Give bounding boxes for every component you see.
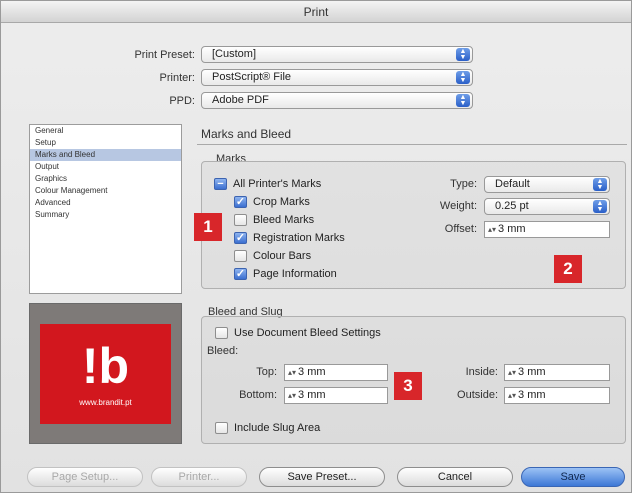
page-information-checkbox[interactable]: ✓ Page Information (234, 267, 337, 281)
include-slug-checkbox-box (215, 422, 228, 434)
bleed-label: Bleed: (207, 345, 239, 357)
inside-value: 3 mm (518, 366, 546, 378)
all-printers-marks-label: All Printer's Marks (233, 178, 322, 190)
bleed-marks-checkbox-box (234, 214, 247, 226)
use-document-bleed-checkbox[interactable]: Use Document Bleed Settings (215, 326, 381, 340)
bottom-value: 3 mm (298, 389, 326, 401)
print-preset-row: Print Preset: [Custom] ▲ ▼ (61, 46, 481, 64)
inside-label: Inside: (465, 366, 498, 378)
stepper-arrows-icon[interactable]: ▴▾ (288, 368, 296, 377)
annotation-badge-1: 1 (194, 213, 222, 241)
use-document-bleed-checkbox-box (215, 327, 228, 339)
sidebar-item-setup[interactable]: Setup (30, 137, 181, 149)
include-slug-checkbox[interactable]: Include Slug Area (215, 421, 320, 435)
checkmark-icon: ✓ (234, 268, 247, 280)
logo-url: www.brandit.pt (79, 398, 132, 407)
printer-label: Printer: (159, 72, 195, 84)
ppd-value: Adobe PDF (212, 94, 269, 106)
top-field[interactable]: ▴▾ 3 mm (284, 364, 388, 381)
all-printers-marks-checkbox[interactable]: − All Printer's Marks (214, 177, 321, 191)
annotation-badge-3: 3 (394, 372, 422, 400)
section-divider (197, 144, 627, 145)
page-setup-button[interactable]: Page Setup... (27, 467, 143, 487)
mixed-state-icon: − (214, 178, 227, 190)
bleed-marks-checkbox[interactable]: Bleed Marks (234, 213, 314, 227)
inside-field[interactable]: ▴▾ 3 mm (504, 364, 610, 381)
logo-mark: !b (81, 338, 130, 394)
sidebar-item-colour-management[interactable]: Colour Management (30, 185, 181, 197)
bottom-field[interactable]: ▴▾ 3 mm (284, 387, 388, 404)
offset-value: 3 mm (498, 223, 526, 235)
outside-label: Outside: (457, 389, 498, 401)
crop-marks-label: Crop Marks (253, 196, 310, 208)
printer-value: PostScript® File (212, 71, 292, 83)
popup-arrows-icon: ▲ ▼ (593, 178, 607, 191)
sidebar-item-advanced[interactable]: Advanced (30, 197, 181, 209)
stepper-arrows-icon[interactable]: ▴▾ (508, 391, 516, 400)
colour-bars-label: Colour Bars (253, 250, 312, 262)
print-preset-label: Print Preset: (134, 49, 195, 61)
printer-popup[interactable]: PostScript® File ▲ ▼ (201, 69, 473, 86)
print-dialog: Print Print Preset: [Custom] ▲ ▼ Printer:… (0, 0, 632, 493)
offset-field[interactable]: ▴▾ 3 mm (484, 221, 610, 238)
popup-arrows-icon: ▲ ▼ (456, 48, 470, 61)
window-title: Print (1, 1, 631, 23)
popup-arrows-icon: ▲ ▼ (456, 71, 470, 84)
outside-field[interactable]: ▴▾ 3 mm (504, 387, 610, 404)
top-value: 3 mm (298, 366, 326, 378)
type-value: Default (495, 178, 530, 190)
colour-bars-checkbox-box (234, 250, 247, 262)
outside-value: 3 mm (518, 389, 546, 401)
cancel-button[interactable]: Cancel (397, 467, 513, 487)
ppd-row: PPD: Adobe PDF ▲ ▼ (61, 92, 481, 110)
top-label: Top: (256, 366, 277, 378)
type-label: Type: (450, 178, 477, 190)
checkmark-icon: ✓ (234, 196, 247, 208)
colour-bars-checkbox[interactable]: Colour Bars (234, 249, 311, 263)
save-preset-button[interactable]: Save Preset... (259, 467, 385, 487)
sidebar-item-summary[interactable]: Summary (30, 209, 181, 221)
stepper-arrows-icon[interactable]: ▴▾ (288, 391, 296, 400)
checkmark-icon: ✓ (234, 232, 247, 244)
bottom-label: Bottom: (239, 389, 277, 401)
bleed-marks-label: Bleed Marks (253, 214, 315, 226)
save-button[interactable]: Save (521, 467, 625, 487)
weight-label: Weight: (439, 200, 477, 212)
printer-button[interactable]: Printer... (151, 467, 247, 487)
sidebar-item-graphics[interactable]: Graphics (30, 173, 181, 185)
ppd-popup[interactable]: Adobe PDF ▲ ▼ (201, 92, 473, 109)
printer-row: Printer: PostScript® File ▲ ▼ (61, 69, 481, 87)
registration-marks-checkbox[interactable]: ✓ Registration Marks (234, 231, 345, 245)
print-preset-value: [Custom] (212, 48, 257, 60)
category-list: General Setup Marks and Bleed Output Gra… (29, 124, 182, 294)
crop-marks-checkbox[interactable]: ✓ Crop Marks (234, 195, 310, 209)
popup-arrows-icon: ▲ ▼ (593, 200, 607, 213)
weight-value: 0.25 pt (495, 200, 529, 212)
brand-logo: !b www.brandit.pt (40, 324, 171, 424)
sidebar-item-general[interactable]: General (30, 125, 181, 137)
sidebar-item-output[interactable]: Output (30, 161, 181, 173)
preview-pane: !b www.brandit.pt (29, 303, 182, 444)
annotation-badge-2: 2 (554, 255, 582, 283)
popup-arrows-icon: ▲ ▼ (456, 94, 470, 107)
use-document-bleed-label: Use Document Bleed Settings (234, 327, 381, 339)
weight-popup[interactable]: 0.25 pt ▲ ▼ (484, 198, 610, 215)
sidebar-item-marks-and-bleed[interactable]: Marks and Bleed (30, 149, 181, 161)
print-preset-popup[interactable]: [Custom] ▲ ▼ (201, 46, 473, 63)
stepper-arrows-icon[interactable]: ▴▾ (488, 225, 496, 234)
stepper-arrows-icon[interactable]: ▴▾ (508, 368, 516, 377)
ppd-label: PPD: (169, 95, 195, 107)
include-slug-label: Include Slug Area (234, 422, 321, 434)
page-information-label: Page Information (253, 268, 337, 280)
section-title: Marks and Bleed (201, 127, 292, 141)
type-popup[interactable]: Default ▲ ▼ (484, 176, 610, 193)
offset-label: Offset: (444, 223, 477, 235)
registration-marks-label: Registration Marks (253, 232, 345, 244)
